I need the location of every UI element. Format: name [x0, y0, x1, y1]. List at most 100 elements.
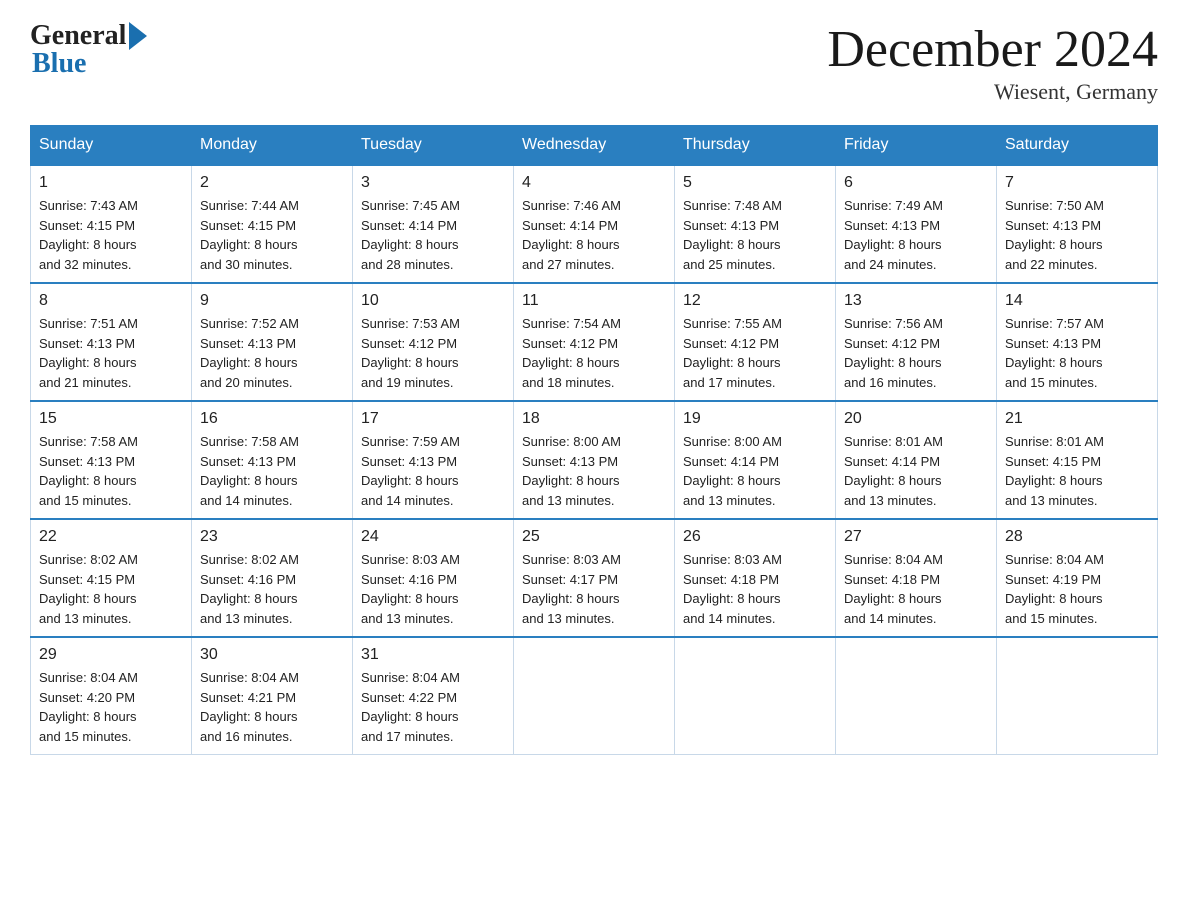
day-number: 9: [200, 292, 344, 310]
day-info: Sunrise: 7:52 AM Sunset: 4:13 PM Dayligh…: [200, 314, 344, 392]
day-number: 27: [844, 528, 988, 546]
day-info: Sunrise: 8:04 AM Sunset: 4:18 PM Dayligh…: [844, 550, 988, 628]
day-number: 3: [361, 174, 505, 192]
table-row: 22 Sunrise: 8:02 AM Sunset: 4:15 PM Dayl…: [31, 519, 192, 637]
table-row: 4 Sunrise: 7:46 AM Sunset: 4:14 PM Dayli…: [514, 165, 675, 283]
table-row: 29 Sunrise: 8:04 AM Sunset: 4:20 PM Dayl…: [31, 637, 192, 755]
day-info: Sunrise: 7:46 AM Sunset: 4:14 PM Dayligh…: [522, 196, 666, 274]
day-number: 6: [844, 174, 988, 192]
col-tuesday: Tuesday: [353, 126, 514, 166]
table-row: 28 Sunrise: 8:04 AM Sunset: 4:19 PM Dayl…: [997, 519, 1158, 637]
day-info: Sunrise: 7:53 AM Sunset: 4:12 PM Dayligh…: [361, 314, 505, 392]
day-number: 31: [361, 646, 505, 664]
day-info: Sunrise: 7:49 AM Sunset: 4:13 PM Dayligh…: [844, 196, 988, 274]
table-row: 8 Sunrise: 7:51 AM Sunset: 4:13 PM Dayli…: [31, 283, 192, 401]
day-number: 2: [200, 174, 344, 192]
day-info: Sunrise: 8:04 AM Sunset: 4:19 PM Dayligh…: [1005, 550, 1149, 628]
day-number: 12: [683, 292, 827, 310]
day-number: 24: [361, 528, 505, 546]
day-number: 25: [522, 528, 666, 546]
day-info: Sunrise: 7:58 AM Sunset: 4:13 PM Dayligh…: [39, 432, 183, 510]
table-row: 14 Sunrise: 7:57 AM Sunset: 4:13 PM Dayl…: [997, 283, 1158, 401]
day-number: 18: [522, 410, 666, 428]
day-number: 8: [39, 292, 183, 310]
day-info: Sunrise: 8:02 AM Sunset: 4:16 PM Dayligh…: [200, 550, 344, 628]
day-info: Sunrise: 8:00 AM Sunset: 4:13 PM Dayligh…: [522, 432, 666, 510]
calendar-week-row: 8 Sunrise: 7:51 AM Sunset: 4:13 PM Dayli…: [31, 283, 1158, 401]
day-number: 28: [1005, 528, 1149, 546]
day-info: Sunrise: 8:04 AM Sunset: 4:21 PM Dayligh…: [200, 668, 344, 746]
calendar-header-row: Sunday Monday Tuesday Wednesday Thursday…: [31, 126, 1158, 166]
calendar-week-row: 1 Sunrise: 7:43 AM Sunset: 4:15 PM Dayli…: [31, 165, 1158, 283]
calendar-table: Sunday Monday Tuesday Wednesday Thursday…: [30, 125, 1158, 755]
day-info: Sunrise: 7:59 AM Sunset: 4:13 PM Dayligh…: [361, 432, 505, 510]
day-number: 20: [844, 410, 988, 428]
day-info: Sunrise: 8:02 AM Sunset: 4:15 PM Dayligh…: [39, 550, 183, 628]
location-subtitle: Wiesent, Germany: [827, 79, 1158, 105]
table-row: [997, 637, 1158, 755]
day-info: Sunrise: 7:57 AM Sunset: 4:13 PM Dayligh…: [1005, 314, 1149, 392]
page-header: General Blue December 2024 Wiesent, Germ…: [30, 20, 1158, 105]
month-title: December 2024: [827, 20, 1158, 79]
day-number: 14: [1005, 292, 1149, 310]
day-info: Sunrise: 7:48 AM Sunset: 4:13 PM Dayligh…: [683, 196, 827, 274]
day-info: Sunrise: 8:01 AM Sunset: 4:14 PM Dayligh…: [844, 432, 988, 510]
day-number: 15: [39, 410, 183, 428]
day-number: 5: [683, 174, 827, 192]
calendar-week-row: 22 Sunrise: 8:02 AM Sunset: 4:15 PM Dayl…: [31, 519, 1158, 637]
day-info: Sunrise: 8:04 AM Sunset: 4:20 PM Dayligh…: [39, 668, 183, 746]
table-row: 24 Sunrise: 8:03 AM Sunset: 4:16 PM Dayl…: [353, 519, 514, 637]
col-saturday: Saturday: [997, 126, 1158, 166]
table-row: 30 Sunrise: 8:04 AM Sunset: 4:21 PM Dayl…: [192, 637, 353, 755]
day-number: 4: [522, 174, 666, 192]
day-info: Sunrise: 7:51 AM Sunset: 4:13 PM Dayligh…: [39, 314, 183, 392]
day-number: 10: [361, 292, 505, 310]
calendar-week-row: 15 Sunrise: 7:58 AM Sunset: 4:13 PM Dayl…: [31, 401, 1158, 519]
day-number: 29: [39, 646, 183, 664]
day-info: Sunrise: 8:01 AM Sunset: 4:15 PM Dayligh…: [1005, 432, 1149, 510]
table-row: 27 Sunrise: 8:04 AM Sunset: 4:18 PM Dayl…: [836, 519, 997, 637]
table-row: 19 Sunrise: 8:00 AM Sunset: 4:14 PM Dayl…: [675, 401, 836, 519]
table-row: 20 Sunrise: 8:01 AM Sunset: 4:14 PM Dayl…: [836, 401, 997, 519]
table-row: [836, 637, 997, 755]
table-row: 7 Sunrise: 7:50 AM Sunset: 4:13 PM Dayli…: [997, 165, 1158, 283]
col-sunday: Sunday: [31, 126, 192, 166]
day-info: Sunrise: 7:56 AM Sunset: 4:12 PM Dayligh…: [844, 314, 988, 392]
table-row: 9 Sunrise: 7:52 AM Sunset: 4:13 PM Dayli…: [192, 283, 353, 401]
table-row: [514, 637, 675, 755]
table-row: 15 Sunrise: 7:58 AM Sunset: 4:13 PM Dayl…: [31, 401, 192, 519]
table-row: 6 Sunrise: 7:49 AM Sunset: 4:13 PM Dayli…: [836, 165, 997, 283]
day-info: Sunrise: 7:58 AM Sunset: 4:13 PM Dayligh…: [200, 432, 344, 510]
logo-blue-text: Blue: [32, 48, 86, 80]
day-info: Sunrise: 8:04 AM Sunset: 4:22 PM Dayligh…: [361, 668, 505, 746]
day-number: 7: [1005, 174, 1149, 192]
table-row: 5 Sunrise: 7:48 AM Sunset: 4:13 PM Dayli…: [675, 165, 836, 283]
table-row: 10 Sunrise: 7:53 AM Sunset: 4:12 PM Dayl…: [353, 283, 514, 401]
day-number: 23: [200, 528, 344, 546]
day-info: Sunrise: 7:45 AM Sunset: 4:14 PM Dayligh…: [361, 196, 505, 274]
day-number: 17: [361, 410, 505, 428]
table-row: 16 Sunrise: 7:58 AM Sunset: 4:13 PM Dayl…: [192, 401, 353, 519]
table-row: 11 Sunrise: 7:54 AM Sunset: 4:12 PM Dayl…: [514, 283, 675, 401]
day-info: Sunrise: 7:44 AM Sunset: 4:15 PM Dayligh…: [200, 196, 344, 274]
day-number: 13: [844, 292, 988, 310]
day-info: Sunrise: 7:54 AM Sunset: 4:12 PM Dayligh…: [522, 314, 666, 392]
table-row: 21 Sunrise: 8:01 AM Sunset: 4:15 PM Dayl…: [997, 401, 1158, 519]
day-info: Sunrise: 7:50 AM Sunset: 4:13 PM Dayligh…: [1005, 196, 1149, 274]
title-block: December 2024 Wiesent, Germany: [827, 20, 1158, 105]
day-number: 21: [1005, 410, 1149, 428]
table-row: 12 Sunrise: 7:55 AM Sunset: 4:12 PM Dayl…: [675, 283, 836, 401]
day-info: Sunrise: 8:03 AM Sunset: 4:16 PM Dayligh…: [361, 550, 505, 628]
day-number: 30: [200, 646, 344, 664]
table-row: 1 Sunrise: 7:43 AM Sunset: 4:15 PM Dayli…: [31, 165, 192, 283]
table-row: 25 Sunrise: 8:03 AM Sunset: 4:17 PM Dayl…: [514, 519, 675, 637]
day-info: Sunrise: 7:55 AM Sunset: 4:12 PM Dayligh…: [683, 314, 827, 392]
day-info: Sunrise: 8:03 AM Sunset: 4:18 PM Dayligh…: [683, 550, 827, 628]
table-row: 3 Sunrise: 7:45 AM Sunset: 4:14 PM Dayli…: [353, 165, 514, 283]
col-monday: Monday: [192, 126, 353, 166]
table-row: 18 Sunrise: 8:00 AM Sunset: 4:13 PM Dayl…: [514, 401, 675, 519]
day-info: Sunrise: 8:03 AM Sunset: 4:17 PM Dayligh…: [522, 550, 666, 628]
table-row: 13 Sunrise: 7:56 AM Sunset: 4:12 PM Dayl…: [836, 283, 997, 401]
day-number: 1: [39, 174, 183, 192]
calendar-week-row: 29 Sunrise: 8:04 AM Sunset: 4:20 PM Dayl…: [31, 637, 1158, 755]
